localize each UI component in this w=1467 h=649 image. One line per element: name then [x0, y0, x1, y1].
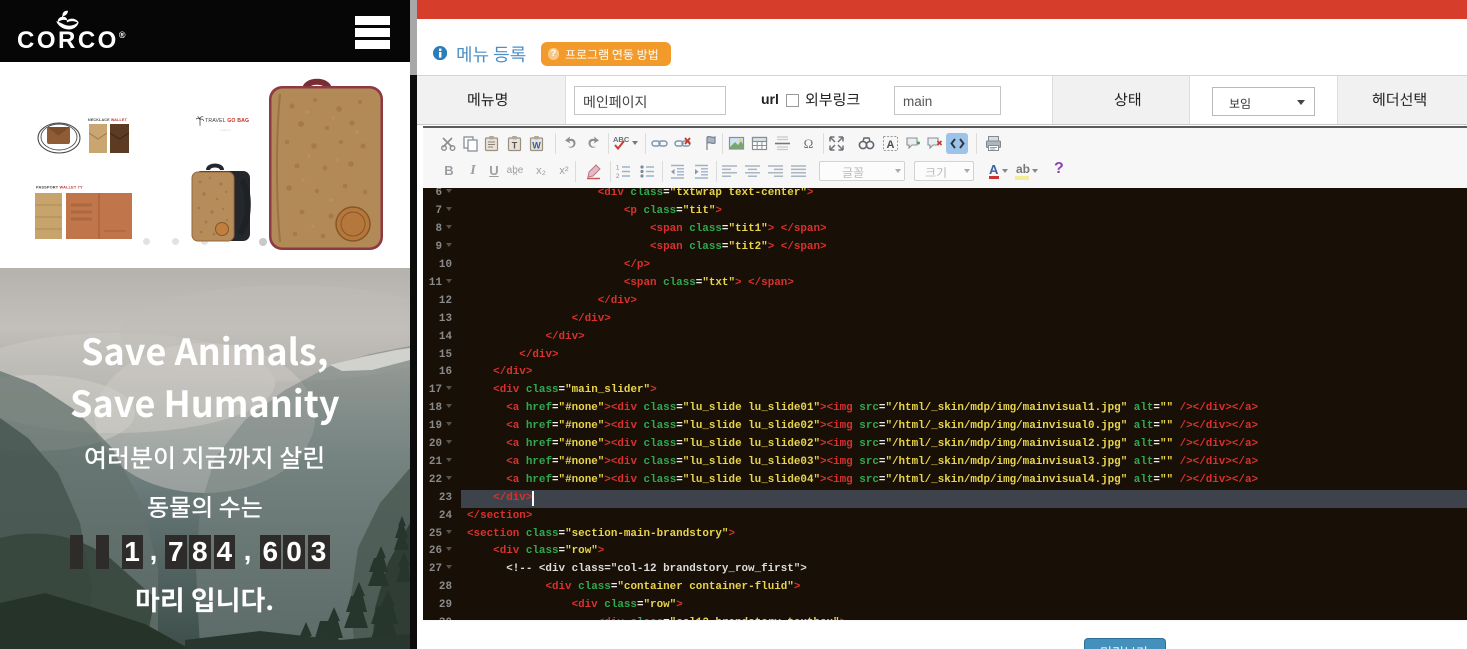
- svg-text:2: 2: [616, 174, 620, 180]
- svg-text:1: 1: [616, 166, 620, 172]
- svg-text:A: A: [887, 139, 895, 151]
- svg-text:T: T: [512, 141, 518, 151]
- svg-text:Ω: Ω: [804, 136, 814, 151]
- svg-text:W: W: [532, 141, 541, 151]
